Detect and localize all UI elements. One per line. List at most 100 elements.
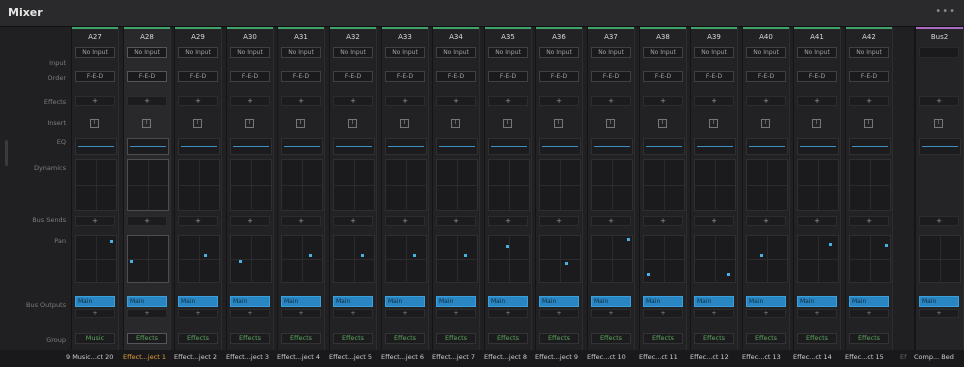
- processing-order[interactable]: F-E-D: [230, 71, 270, 82]
- channel-name[interactable]: A27: [72, 33, 118, 41]
- channel-name[interactable]: A35: [485, 33, 531, 41]
- insert-toggle[interactable]: I: [451, 119, 460, 128]
- pan-position-dot[interactable]: [626, 238, 630, 242]
- bus-output-add-button[interactable]: +: [849, 309, 889, 318]
- input-selector[interactable]: No Input: [75, 47, 115, 58]
- insert-toggle[interactable]: I: [864, 119, 873, 128]
- pan-control[interactable]: [230, 235, 272, 283]
- bus-output-add-button[interactable]: +: [436, 309, 476, 318]
- processing-order[interactable]: F-E-D: [643, 71, 683, 82]
- dynamics-graph[interactable]: [694, 159, 736, 211]
- channel-strip-a29[interactable]: A29 No Input F-E-D + I + Main + Effects: [174, 27, 222, 357]
- processing-order[interactable]: F-E-D: [333, 71, 373, 82]
- dynamics-graph[interactable]: [385, 159, 427, 211]
- channel-name[interactable]: A42: [846, 33, 892, 41]
- eq-graph[interactable]: [75, 138, 117, 155]
- pan-position-dot[interactable]: [413, 254, 417, 258]
- processing-order[interactable]: F-E-D: [539, 71, 579, 82]
- bus-output-add-button[interactable]: +: [178, 309, 218, 318]
- channel-name[interactable]: A28: [124, 33, 170, 41]
- bus-sends-add-button[interactable]: +: [488, 216, 528, 226]
- dynamics-graph[interactable]: [591, 159, 633, 211]
- bus-sends-add-button[interactable]: +: [333, 216, 373, 226]
- pan-control[interactable]: [539, 235, 581, 283]
- dynamics-graph[interactable]: [230, 159, 272, 211]
- bus-output-add-button[interactable]: +: [230, 309, 270, 318]
- bus-sends-add-button[interactable]: +: [385, 216, 425, 226]
- dynamics-graph[interactable]: [797, 159, 839, 211]
- add-effect-button[interactable]: +: [281, 96, 321, 106]
- track-name-a33[interactable]: Effect...ject 6: [381, 353, 424, 361]
- bus-sends-add-button[interactable]: +: [436, 216, 476, 226]
- eq-graph[interactable]: [488, 138, 530, 155]
- channel-strip-a30[interactable]: A30 No Input F-E-D + I + Main + Effects: [226, 27, 274, 357]
- bus-output-add-button[interactable]: +: [919, 309, 959, 318]
- processing-order[interactable]: F-E-D: [591, 71, 631, 82]
- track-name-a37[interactable]: Effec...ct 10: [587, 353, 626, 361]
- bus-output-main[interactable]: Main: [591, 296, 631, 307]
- bus-output-add-button[interactable]: +: [281, 309, 321, 318]
- more-options-icon[interactable]: •••: [935, 6, 956, 17]
- input-selector[interactable]: No Input: [385, 47, 425, 58]
- eq-graph[interactable]: [281, 138, 323, 155]
- pan-control[interactable]: [333, 235, 375, 283]
- pan-control[interactable]: [436, 235, 478, 283]
- track-name-a27[interactable]: 9 Music...ct 20: [66, 353, 113, 361]
- channel-strip-a37[interactable]: A37 No Input F-E-D + I + Main + Effects: [587, 27, 635, 357]
- group-label[interactable]: Effects: [591, 333, 631, 344]
- pan-position-dot[interactable]: [238, 260, 242, 264]
- eq-graph[interactable]: [797, 138, 839, 155]
- input-selector[interactable]: No Input: [849, 47, 889, 58]
- eq-graph[interactable]: [746, 138, 788, 155]
- pan-control[interactable]: [178, 235, 220, 283]
- bus-output-main[interactable]: Main: [178, 296, 218, 307]
- processing-order[interactable]: F-E-D: [797, 71, 837, 82]
- pan-position-dot[interactable]: [760, 253, 764, 257]
- group-label[interactable]: Effects: [849, 333, 889, 344]
- track-name-a34[interactable]: Effect...ject 7: [432, 353, 475, 361]
- insert-toggle[interactable]: I: [400, 119, 409, 128]
- channel-strip-a31[interactable]: A31 No Input F-E-D + I + Main + Effects: [277, 27, 325, 357]
- track-name-a28[interactable]: Effect...ject 1: [123, 353, 166, 361]
- track-name-a35[interactable]: Effect...ject 8: [484, 353, 527, 361]
- add-effect-button[interactable]: +: [591, 96, 631, 106]
- pan-control[interactable]: [919, 235, 961, 283]
- bus-sends-add-button[interactable]: +: [797, 216, 837, 226]
- channel-name[interactable]: A40: [743, 33, 789, 41]
- bus-output-main[interactable]: Main: [746, 296, 786, 307]
- bus-sends-add-button[interactable]: +: [539, 216, 579, 226]
- pan-position-dot[interactable]: [647, 273, 651, 277]
- channel-name[interactable]: A34: [433, 33, 479, 41]
- channel-name[interactable]: A31: [278, 33, 324, 41]
- channel-name[interactable]: A30: [227, 33, 273, 41]
- channel-name[interactable]: A41: [794, 33, 840, 41]
- bus-output-main[interactable]: Main: [849, 296, 889, 307]
- dynamics-graph[interactable]: [539, 159, 581, 211]
- pan-control[interactable]: [849, 235, 891, 283]
- input-selector[interactable]: No Input: [127, 47, 167, 58]
- add-effect-button[interactable]: +: [488, 96, 528, 106]
- pan-control[interactable]: [75, 235, 117, 283]
- channel-strip-a39[interactable]: A39 No Input F-E-D + I + Main + Effects: [690, 27, 738, 357]
- dynamics-graph[interactable]: [178, 159, 220, 211]
- add-effect-button[interactable]: +: [75, 96, 115, 106]
- eq-graph[interactable]: [694, 138, 736, 155]
- pan-control[interactable]: [746, 235, 788, 283]
- insert-toggle[interactable]: I: [554, 119, 563, 128]
- track-name-a40[interactable]: Effec...ct 13: [742, 353, 781, 361]
- add-effect-button[interactable]: +: [127, 96, 167, 106]
- bus-sends-add-button[interactable]: +: [849, 216, 889, 226]
- pan-position-dot[interactable]: [884, 243, 888, 247]
- processing-order[interactable]: F-E-D: [694, 71, 734, 82]
- channel-strip-a38[interactable]: A38 No Input F-E-D + I + Main + Effects: [639, 27, 687, 357]
- insert-toggle[interactable]: I: [606, 119, 615, 128]
- eq-graph[interactable]: [643, 138, 685, 155]
- dynamics-graph[interactable]: [127, 159, 169, 211]
- bus-sends-add-button[interactable]: +: [746, 216, 786, 226]
- pan-control[interactable]: [694, 235, 736, 283]
- input-selector[interactable]: [919, 47, 959, 58]
- bus-sends-add-button[interactable]: +: [281, 216, 321, 226]
- pan-control[interactable]: [385, 235, 427, 283]
- bus-output-add-button[interactable]: +: [746, 309, 786, 318]
- bus-output-main[interactable]: Main: [539, 296, 579, 307]
